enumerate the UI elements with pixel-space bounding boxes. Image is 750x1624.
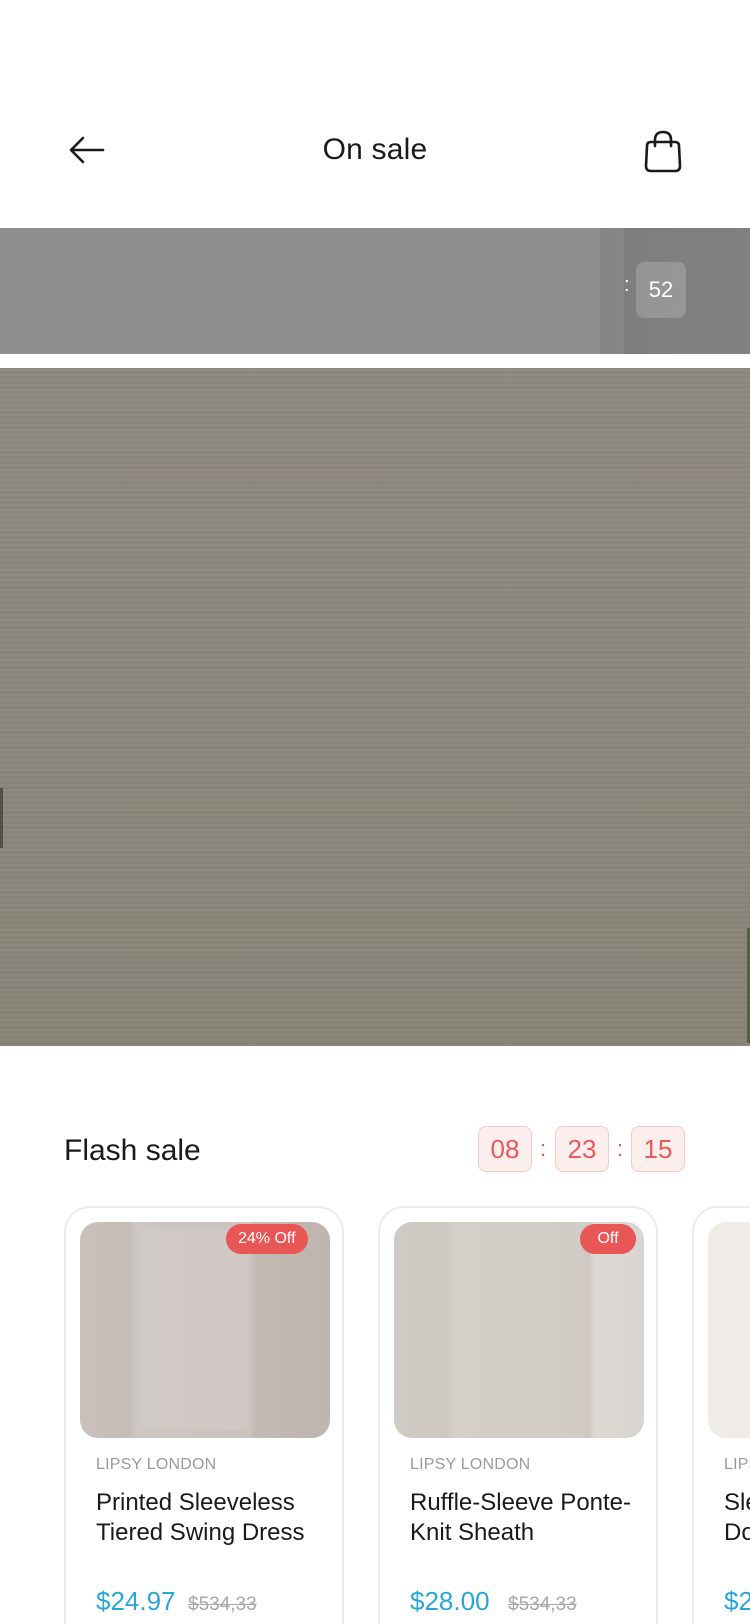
- image-detail: [448, 1222, 584, 1438]
- product-name: Printed Sleeveless Tiered Swing Dress: [96, 1489, 305, 1546]
- timer-seconds: 15: [631, 1126, 685, 1172]
- product-price: $28.00: [410, 1586, 490, 1616]
- product-card[interactable]: 24% Off LIPSY LONDON Printed Sleeveless …: [64, 1206, 344, 1624]
- image-edge-detail: [0, 788, 3, 848]
- hero-product-image[interactable]: [0, 368, 750, 1046]
- product-card[interactable]: LIPS Sle Do $2: [692, 1206, 750, 1624]
- flash-sale-title: Flash sale: [64, 1134, 201, 1167]
- product-brand: LIPS: [724, 1456, 750, 1473]
- product-card[interactable]: Off LIPSY LONDON Ruffle-Sleeve Ponte-Kni…: [378, 1206, 658, 1624]
- product-name: Ruffle-Sleeve Ponte-Knit Sheath: [410, 1489, 632, 1546]
- discount-badge: 24% Off: [226, 1224, 308, 1254]
- product-old-price: $534,33: [508, 1594, 577, 1615]
- image-detail: [138, 1230, 248, 1430]
- discount-badge: Off: [580, 1224, 636, 1254]
- flash-sale-timer: 08 : 23 : 15: [478, 1126, 688, 1174]
- product-brand: LIPSY LONDON: [96, 1456, 217, 1473]
- product-image: [394, 1222, 644, 1438]
- timer-separator: :: [617, 1136, 624, 1161]
- page-title: On sale: [322, 133, 428, 166]
- product-name: Sle Do: [724, 1489, 750, 1546]
- banner-timer-colon: :: [624, 274, 630, 296]
- shopping-bag-icon: [644, 130, 682, 173]
- product-brand: LIPSY LONDON: [410, 1456, 531, 1473]
- product-price: $2: [724, 1586, 750, 1616]
- timer-hours: 08: [478, 1126, 532, 1172]
- product-image: [708, 1222, 750, 1438]
- flash-sale-carousel[interactable]: 24% Off LIPSY LONDON Printed Sleeveless …: [0, 1206, 750, 1624]
- app-header: On sale: [0, 0, 750, 228]
- timer-minutes: 23: [555, 1126, 609, 1172]
- promo-banner[interactable]: : 52: [0, 228, 750, 354]
- timer-separator: :: [540, 1136, 547, 1161]
- cart-button[interactable]: [640, 128, 686, 174]
- banner-timer-seconds: 52: [636, 262, 686, 318]
- product-price: $24.97: [96, 1586, 176, 1616]
- product-old-price: $534,33: [188, 1594, 257, 1615]
- product-image: [80, 1222, 330, 1438]
